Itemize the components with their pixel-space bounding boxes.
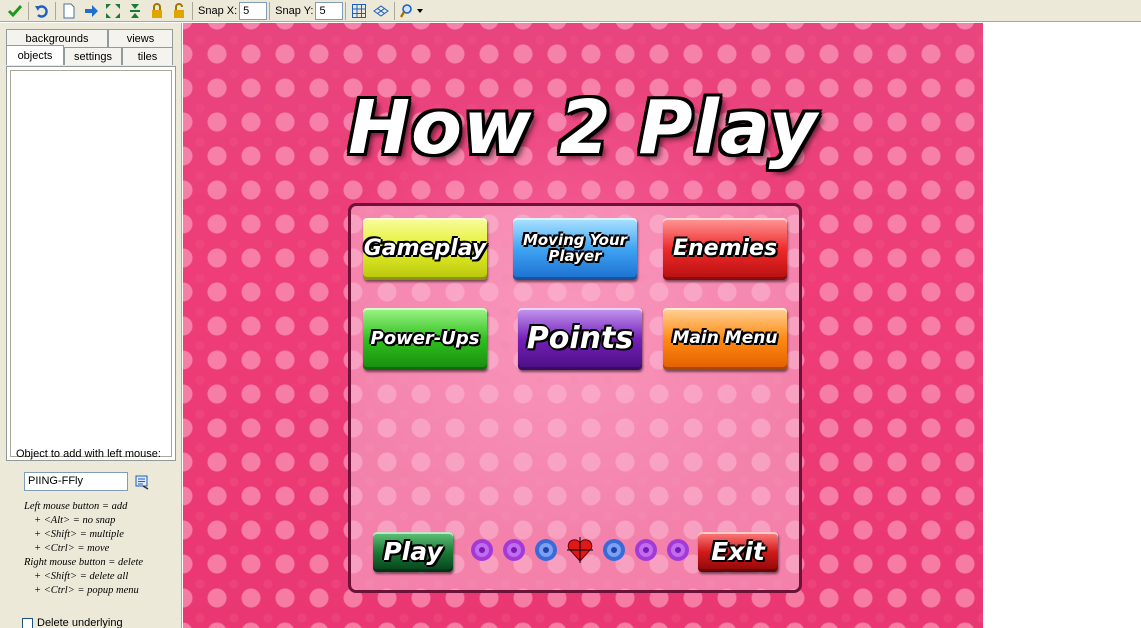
- main-menu-button[interactable]: Main Menu: [663, 308, 787, 370]
- room-properties-panel: backgrounds views objects settings tiles…: [0, 23, 182, 628]
- help-line: + <Alt> = no snap: [34, 515, 116, 526]
- undo-icon[interactable]: [31, 1, 53, 21]
- check-icon[interactable]: [4, 1, 26, 21]
- gameplay-button[interactable]: Gameplay: [363, 218, 487, 280]
- toolbar-separator: [394, 1, 396, 20]
- expand-icon[interactable]: [102, 1, 124, 21]
- heart-crosshair-icon: [567, 537, 593, 563]
- toolbar-separator: [345, 1, 347, 20]
- help-line: Left mouse button = add: [24, 501, 128, 512]
- purple-rose-icon: [635, 539, 657, 561]
- object-menu-icon[interactable]: [134, 474, 150, 490]
- tab-objects[interactable]: objects: [6, 45, 64, 65]
- new-document-icon[interactable]: [58, 1, 80, 21]
- snap-y-input[interactable]: [315, 1, 344, 20]
- play-button[interactable]: Play: [373, 532, 453, 572]
- points-button[interactable]: Points: [518, 308, 642, 370]
- object-preview-frame: [10, 70, 172, 457]
- object-to-add-label: Object to add with left mouse:: [16, 448, 161, 460]
- help-line: + <Shift> = multiple: [34, 529, 124, 540]
- help-line: Right mouse button = delete: [24, 557, 144, 568]
- enemies-button[interactable]: Enemies: [663, 218, 787, 280]
- moving-your-player-button[interactable]: Moving Your Player: [513, 218, 637, 280]
- toolbar-separator: [269, 1, 271, 20]
- purple-rose-icon: [667, 539, 689, 561]
- help-line: + <Shift> = delete all: [34, 571, 129, 582]
- empty-workspace: [983, 23, 1141, 628]
- help-line: + <Ctrl> = popup menu: [34, 585, 139, 596]
- tab-tiles[interactable]: tiles: [122, 47, 173, 65]
- snap-x-input[interactable]: [239, 1, 268, 20]
- delete-underlying-row[interactable]: Delete underlying: [22, 618, 123, 628]
- unlock-icon[interactable]: [168, 1, 190, 21]
- delete-underlying-checkbox[interactable]: [22, 618, 33, 628]
- tab-settings[interactable]: settings: [64, 47, 122, 65]
- rose-decoration-row: [469, 535, 691, 565]
- tab-views[interactable]: views: [108, 29, 173, 47]
- lock-icon[interactable]: [146, 1, 168, 21]
- object-selector-field[interactable]: PIING-FFly: [24, 472, 128, 491]
- vertical-expand-icon[interactable]: [124, 1, 146, 21]
- purple-rose-icon: [471, 539, 493, 561]
- blue-rose-icon: [535, 539, 557, 561]
- exit-button[interactable]: Exit: [698, 532, 778, 572]
- grid-icon[interactable]: [348, 1, 370, 21]
- mouse-help-text: Left mouse button = add + <Alt> = no sna…: [24, 500, 143, 598]
- shift-right-icon[interactable]: [80, 1, 102, 21]
- moving-your-player-line2: Player: [548, 247, 602, 265]
- room-editor-toolbar: Snap X: Snap Y:: [0, 0, 1141, 22]
- snap-x-label: Snap X:: [198, 4, 238, 17]
- blue-rose-icon: [603, 539, 625, 561]
- help-line: + <Ctrl> = move: [34, 543, 110, 554]
- toolbar-separator: [192, 1, 193, 20]
- delete-underlying-label: Delete underlying: [37, 618, 123, 628]
- object-preview-area[interactable]: [6, 66, 176, 461]
- power-ups-button[interactable]: Power-Ups: [363, 308, 487, 370]
- toolbar-separator: [28, 1, 29, 20]
- purple-rose-icon: [503, 539, 525, 561]
- zoom-icon[interactable]: [397, 1, 427, 21]
- snap-y-label: Snap Y:: [275, 4, 314, 17]
- room-canvas[interactable]: How 2 Play Gameplay Moving Your Player E…: [183, 23, 983, 628]
- game-title: How 2 Play: [348, 85, 818, 171]
- toolbar-separator: [55, 1, 56, 20]
- isometric-grid-icon[interactable]: [370, 1, 392, 21]
